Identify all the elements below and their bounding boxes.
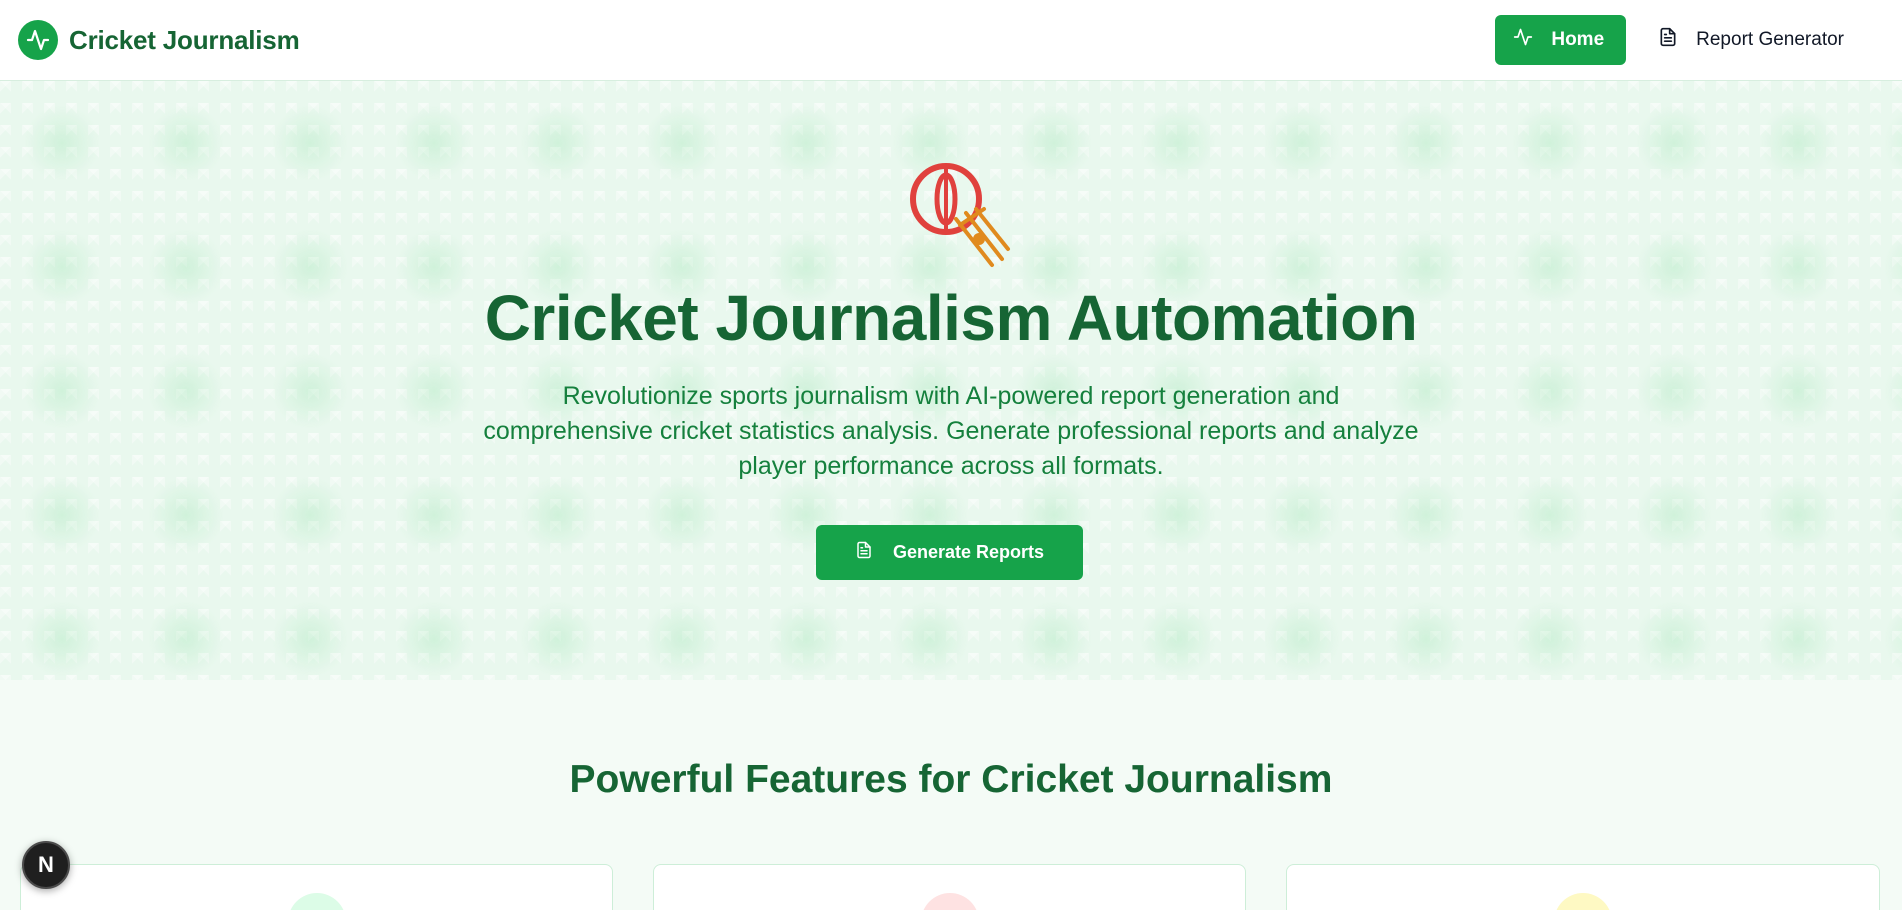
hero-section: Cricket Journalism Automation Revolution… — [0, 81, 1902, 680]
features-title: Powerful Features for Cricket Journalism — [569, 758, 1333, 801]
dev-tools-badge[interactable]: N — [22, 841, 70, 889]
hero-subtitle: Revolutionize sports journalism with AI-… — [483, 382, 1419, 480]
generate-reports-button[interactable]: Generate Reports — [816, 525, 1083, 580]
feature-card[interactable] — [1286, 864, 1880, 910]
feature-icon-circle — [1554, 893, 1612, 910]
file-text-icon — [1658, 27, 1678, 53]
feature-icon-circle — [920, 893, 979, 910]
hero-title: Cricket Journalism Automation — [484, 282, 1418, 354]
feature-card[interactable] — [20, 864, 613, 910]
dev-tools-badge-label: N — [38, 852, 54, 877]
generate-reports-label: Generate Reports — [892, 542, 1045, 562]
nav-report-generator-label: Report Generator — [1696, 29, 1844, 50]
nav-home-label: Home — [1551, 29, 1605, 50]
brand-name: Cricket Journalism — [69, 24, 300, 55]
file-text-icon — [855, 541, 873, 564]
nav-home-link[interactable]: Home — [1495, 15, 1627, 65]
feature-icon-circle — [287, 893, 346, 910]
activity-icon — [18, 20, 58, 60]
feature-card[interactable] — [653, 864, 1246, 910]
nav-links: Home Report Generator — [1495, 15, 1862, 65]
activity-icon — [1513, 27, 1533, 53]
cricket-ball-and-stumps-icon — [908, 161, 1012, 271]
top-navbar: Cricket Journalism Home Report Generator — [0, 0, 1902, 81]
brand[interactable]: Cricket Journalism — [18, 20, 300, 60]
nav-report-generator-link[interactable]: Report Generator — [1640, 15, 1862, 65]
